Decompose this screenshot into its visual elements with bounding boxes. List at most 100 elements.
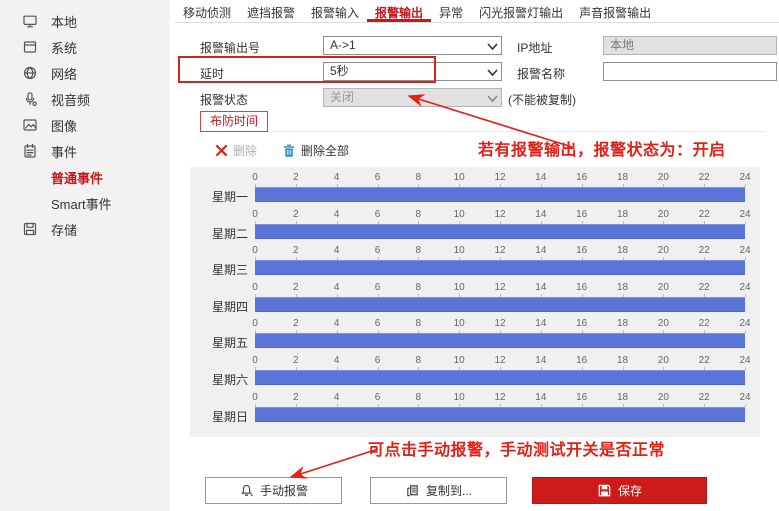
day-label: 星期四 bbox=[190, 298, 248, 315]
day-label: 星期六 bbox=[190, 371, 248, 388]
alarm-status-value: 关闭 bbox=[330, 90, 354, 104]
hour-tick-label: 8 bbox=[416, 245, 422, 256]
hour-tick-label: 16 bbox=[576, 318, 587, 329]
hour-tick-label: 18 bbox=[617, 245, 628, 256]
hour-tick-label: 0 bbox=[252, 392, 258, 403]
schedule-day-row-4: 星期五024681012141618202224 bbox=[190, 316, 760, 353]
delete-all-button[interactable]: 删除全部 bbox=[283, 142, 349, 159]
chevron-down-icon bbox=[486, 40, 499, 53]
schedule-track[interactable] bbox=[255, 187, 745, 202]
sidebar-item-2[interactable]: 网络 bbox=[0, 60, 170, 86]
delay-select[interactable]: 5秒 bbox=[323, 62, 502, 81]
hour-tick-label: 2 bbox=[293, 318, 299, 329]
tab-5[interactable]: 闪光报警灯输出 bbox=[471, 0, 571, 22]
hour-tick-label: 4 bbox=[334, 209, 340, 220]
schedule-track[interactable] bbox=[255, 407, 745, 422]
delete-button[interactable]: 删除 bbox=[215, 142, 283, 159]
hour-tick-mark bbox=[745, 330, 746, 333]
tab-4[interactable]: 异常 bbox=[431, 0, 471, 22]
schedule-bar[interactable] bbox=[255, 370, 745, 385]
copy-icon bbox=[405, 483, 420, 498]
hour-tick-label: 2 bbox=[293, 392, 299, 403]
hour-tick-label: 12 bbox=[494, 282, 505, 293]
hour-tick-label: 14 bbox=[535, 355, 546, 366]
tab-3[interactable]: 报警输出 bbox=[367, 0, 431, 22]
schedule-bar[interactable] bbox=[255, 260, 745, 275]
hour-tick-label: 0 bbox=[252, 355, 258, 366]
alarm-output-no-select[interactable]: A->1 bbox=[323, 36, 502, 55]
hour-tick-label: 6 bbox=[375, 318, 381, 329]
copy-to-button[interactable]: 复制到... bbox=[370, 477, 507, 504]
schedule-bar[interactable] bbox=[255, 333, 745, 348]
hour-tick-label: 6 bbox=[375, 392, 381, 403]
tab-6[interactable]: 声音报警输出 bbox=[571, 0, 659, 22]
sidebar-item-8[interactable]: 存储 bbox=[0, 216, 170, 242]
tab-1[interactable]: 遮挡报警 bbox=[239, 0, 303, 22]
schedule-track[interactable] bbox=[255, 297, 745, 312]
delete-all-label: 删除全部 bbox=[301, 142, 349, 159]
hour-tick-label: 18 bbox=[617, 282, 628, 293]
schedule-bar[interactable] bbox=[255, 224, 745, 239]
schedule-bar[interactable] bbox=[255, 407, 745, 422]
hour-tick-mark bbox=[745, 294, 746, 297]
alarm-output-settings-page: 本地系统网络视音频图像事件普通事件Smart事件存储 移动侦测遮挡报警报警输入报… bbox=[0, 0, 779, 511]
hour-tick-label: 2 bbox=[293, 245, 299, 256]
hour-tick-label: 16 bbox=[576, 355, 587, 366]
arming-schedule-tab[interactable]: 布防时间 bbox=[200, 111, 268, 132]
day-label: 星期一 bbox=[190, 188, 248, 205]
delete-label: 删除 bbox=[233, 142, 257, 159]
schedule-track[interactable] bbox=[255, 260, 745, 275]
hour-tick-mark bbox=[745, 184, 746, 187]
sidebar-items: 本地系统网络视音频图像事件普通事件Smart事件存储 bbox=[0, 8, 170, 242]
ip-address-label: IP地址 bbox=[517, 39, 552, 56]
hour-tick-label: 16 bbox=[576, 282, 587, 293]
day-label: 星期二 bbox=[190, 225, 248, 242]
hour-tick-label: 22 bbox=[699, 282, 710, 293]
hour-tick-label: 12 bbox=[494, 318, 505, 329]
hour-tick-label: 16 bbox=[576, 172, 587, 183]
hour-tick-label: 10 bbox=[454, 355, 465, 366]
hour-tick-label: 22 bbox=[699, 245, 710, 256]
save-button[interactable]: 保存 bbox=[532, 477, 707, 504]
alarm-name-input[interactable] bbox=[603, 62, 777, 81]
sidebar-item-0[interactable]: 本地 bbox=[0, 8, 170, 34]
subtab-divider bbox=[200, 131, 765, 132]
hour-tick-label: 0 bbox=[252, 209, 258, 220]
ip-address-field: 本地 bbox=[603, 36, 777, 55]
schedule-track[interactable] bbox=[255, 370, 745, 385]
hour-scale: 024681012141618202224 bbox=[255, 282, 745, 296]
sidebar-item-7[interactable]: Smart事件 bbox=[0, 190, 170, 216]
tab-0[interactable]: 移动侦测 bbox=[175, 0, 239, 22]
sidebar-item-5[interactable]: 事件 bbox=[0, 138, 170, 164]
hour-tick-label: 16 bbox=[576, 392, 587, 403]
hour-tick-label: 10 bbox=[454, 392, 465, 403]
hour-tick-label: 12 bbox=[494, 245, 505, 256]
hour-tick-label: 14 bbox=[535, 392, 546, 403]
alarm-output-no-value: A->1 bbox=[330, 38, 356, 52]
schedule-track[interactable] bbox=[255, 224, 745, 239]
hour-tick-label: 22 bbox=[699, 392, 710, 403]
hour-tick-label: 8 bbox=[416, 355, 422, 366]
system-icon bbox=[22, 39, 38, 55]
sidebar-item-label: 网络 bbox=[51, 64, 77, 83]
hour-tick-label: 0 bbox=[252, 172, 258, 183]
sidebar-item-label: 本地 bbox=[51, 12, 77, 31]
manual-alarm-button[interactable]: 手动报警 bbox=[205, 477, 342, 504]
sidebar-item-4[interactable]: 图像 bbox=[0, 112, 170, 138]
schedule-day-row-3: 星期四024681012141618202224 bbox=[190, 280, 760, 317]
schedule-bar[interactable] bbox=[255, 297, 745, 312]
delay-label: 延时 bbox=[200, 65, 224, 82]
hour-tick-label: 6 bbox=[375, 245, 381, 256]
hour-tick-label: 6 bbox=[375, 172, 381, 183]
schedule-bar[interactable] bbox=[255, 187, 745, 202]
hour-tick-label: 12 bbox=[494, 172, 505, 183]
hour-tick-label: 14 bbox=[535, 172, 546, 183]
event-icon bbox=[22, 143, 38, 159]
hour-tick-label: 8 bbox=[416, 282, 422, 293]
schedule-track[interactable] bbox=[255, 333, 745, 348]
sidebar-item-6[interactable]: 普通事件 bbox=[0, 164, 170, 190]
tab-2[interactable]: 报警输入 bbox=[303, 0, 367, 22]
save-icon bbox=[597, 483, 612, 498]
sidebar-item-1[interactable]: 系统 bbox=[0, 34, 170, 60]
sidebar-item-3[interactable]: 视音频 bbox=[0, 86, 170, 112]
